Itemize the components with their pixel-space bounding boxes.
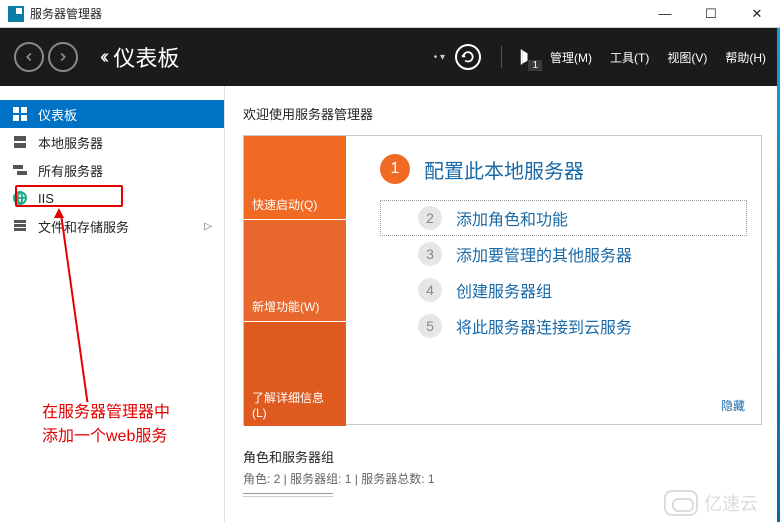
page-title: 仪表板 [113, 41, 433, 73]
content-area: 欢迎使用服务器管理器 快速启动(Q) 新增功能(W) 了解详细信息(L) 1 配… [225, 86, 780, 522]
step-number-4: 4 [418, 278, 442, 302]
welcome-panel: 快速启动(Q) 新增功能(W) 了解详细信息(L) 1 配置此本地服务器 2 添… [243, 135, 762, 425]
chevron-right-icon: ▷ [204, 221, 212, 232]
sidebar-item-label: IIS [38, 191, 54, 206]
titlebar: 服务器管理器 — ☐ ✕ [0, 0, 780, 28]
step-number-2: 2 [418, 206, 442, 230]
quickstart-link[interactable]: 快速启动(Q) [244, 136, 346, 220]
hide-link[interactable]: 隐藏 [721, 397, 745, 414]
sidebar-item-label: 文件和存储服务 [38, 217, 129, 236]
sidebar-item-label: 仪表板 [38, 105, 77, 124]
welcome-heading: 欢迎使用服务器管理器 [243, 104, 762, 123]
server-icon [12, 134, 28, 150]
menu-tools[interactable]: 工具(T) [610, 49, 649, 66]
breadcrumb-dropdown[interactable]: • ▾ [434, 52, 445, 63]
sidebar-item-iis[interactable]: IIS [0, 184, 224, 212]
storage-icon [12, 218, 28, 234]
learnmore-link[interactable]: 了解详细信息(L) [244, 322, 346, 426]
step-label: 创建服务器组 [456, 278, 552, 302]
iis-icon [12, 190, 28, 206]
roles-summary: 角色: 2 | 服务器组: 1 | 服务器总数: 1 [243, 470, 762, 487]
roles-section: 角色和服务器组 角色: 2 | 服务器组: 1 | 服务器总数: 1 [243, 447, 762, 494]
sidebar-item-label: 本地服务器 [38, 133, 103, 152]
app-icon [8, 6, 24, 22]
sidebar-item-dashboard[interactable]: 仪表板 [0, 100, 224, 128]
step-add-roles[interactable]: 2 添加角色和功能 [380, 200, 747, 236]
step-label: 配置此本地服务器 [424, 155, 584, 184]
window-buttons: — ☐ ✕ [642, 0, 780, 28]
notifications-button[interactable]: 1 [512, 43, 540, 71]
step-label: 添加角色和功能 [456, 206, 568, 230]
minimize-button[interactable]: — [642, 0, 688, 28]
menu-view[interactable]: 视图(V) [667, 49, 707, 66]
steps-panel: 1 配置此本地服务器 2 添加角色和功能 3 添加要管理的其他服务器 4 创建服… [346, 136, 761, 424]
quickstart-column: 快速启动(Q) 新增功能(W) 了解详细信息(L) [244, 136, 346, 424]
step-label: 将此服务器连接到云服务 [456, 314, 632, 338]
step-add-servers[interactable]: 3 添加要管理的其他服务器 [380, 236, 747, 272]
dashboard-icon [12, 106, 28, 122]
sidebar-item-local-server[interactable]: 本地服务器 [0, 128, 224, 156]
step-label: 添加要管理的其他服务器 [456, 242, 632, 266]
step-number-3: 3 [418, 242, 442, 266]
menu-help[interactable]: 帮助(H) [725, 49, 766, 66]
sidebar: 仪表板 本地服务器 所有服务器 IIS 文件和存储服务 ▷ 在服务器管理器中 添… [0, 86, 225, 522]
forward-button[interactable] [48, 42, 78, 72]
header-bar: ‹‹ 仪表板 • ▾ 1 管理(M) 工具(T) 视图(V) 帮助(H) [0, 28, 780, 86]
step-number-5: 5 [418, 314, 442, 338]
separator [501, 46, 502, 68]
close-button[interactable]: ✕ [734, 0, 780, 28]
divider [243, 493, 333, 494]
notification-count: 1 [528, 60, 542, 71]
roles-title: 角色和服务器组 [243, 447, 762, 466]
back-button[interactable] [14, 42, 44, 72]
breadcrumb-chevrons-icon: ‹‹ [100, 46, 105, 69]
menu-bar: 管理(M) 工具(T) 视图(V) 帮助(H) [550, 49, 766, 66]
maximize-button[interactable]: ☐ [688, 0, 734, 28]
servers-icon [12, 162, 28, 178]
step-connect-cloud[interactable]: 5 将此服务器连接到云服务 [380, 308, 747, 344]
step-configure-server[interactable]: 1 配置此本地服务器 [380, 154, 747, 184]
menu-manage[interactable]: 管理(M) [550, 49, 592, 66]
whatsnew-link[interactable]: 新增功能(W) [244, 220, 346, 322]
app-title: 服务器管理器 [30, 5, 642, 22]
sidebar-item-label: 所有服务器 [38, 161, 103, 180]
sidebar-item-file-storage[interactable]: 文件和存储服务 ▷ [0, 212, 224, 240]
step-create-group[interactable]: 4 创建服务器组 [380, 272, 747, 308]
annotation-text: 在服务器管理器中 添加一个web服务 [42, 401, 170, 449]
annotation-arrow [60, 214, 88, 402]
sidebar-item-all-servers[interactable]: 所有服务器 [0, 156, 224, 184]
refresh-button[interactable] [455, 44, 481, 70]
step-number-1: 1 [380, 154, 410, 184]
